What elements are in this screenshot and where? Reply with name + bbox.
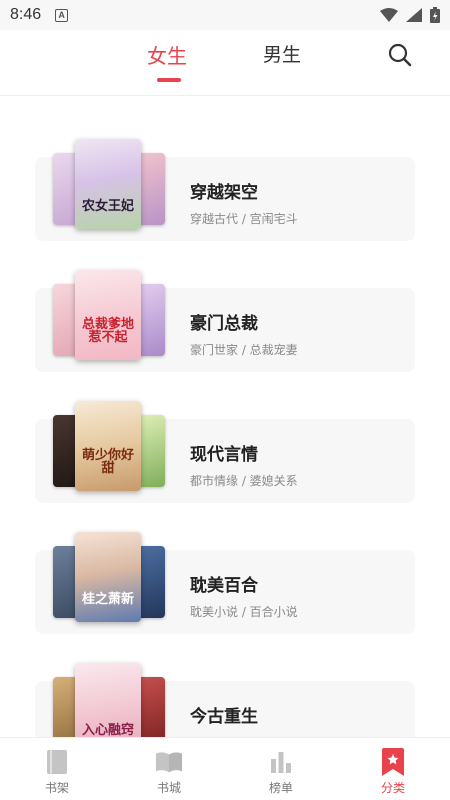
category-list: 农女王妃 穿越架空 穿越古代 / 宫闱宅斗 总裁爹地惹不起 豪门总裁 豪门世家 …	[0, 97, 450, 737]
nav-ranking[interactable]: 榜单	[241, 738, 321, 800]
nav-label: 分类	[380, 781, 405, 795]
category-card[interactable]: 总裁爹地惹不起 豪门总裁 豪门世家 / 总裁宠妻	[35, 270, 415, 372]
status-indicators	[380, 7, 440, 23]
cover-stack: 农女王妃	[53, 139, 165, 233]
notification-icon: A	[55, 8, 69, 22]
book-cover: 萌少你好甜	[75, 401, 141, 491]
category-card[interactable]: 萌少你好甜 现代言情 都市情缘 / 婆媳关系	[35, 401, 415, 503]
cover-stack: 桂之萧新	[53, 532, 165, 626]
book-cover: 入心融窍	[75, 663, 141, 737]
header: 女生 男生	[0, 30, 450, 96]
status-time: 8:46	[10, 6, 42, 23]
book-cover: 农女王妃	[75, 139, 141, 229]
cover-title: 萌少你好甜	[81, 448, 134, 476]
bookshelf-icon	[43, 748, 71, 776]
category-name: 豪门总裁	[190, 314, 258, 334]
category-name: 穿越架空	[190, 183, 258, 203]
active-tab-indicator	[157, 78, 181, 82]
nav-label: 书架	[44, 781, 69, 795]
nav-category[interactable]: 分类	[353, 738, 433, 800]
cover-stack: 入心融窍	[53, 663, 165, 737]
category-subtitle: 耽美小说 / 百合小说	[190, 605, 298, 619]
category-card[interactable]: 桂之萧新 耽美百合 耽美小说 / 百合小说	[35, 532, 415, 634]
status-bar: 8:46 A	[0, 0, 450, 30]
category-name: 现代言情	[190, 445, 258, 465]
battery-icon	[430, 7, 440, 23]
ranking-icon	[267, 748, 295, 776]
category-name: 今古重生	[190, 707, 258, 727]
book-cover: 桂之萧新	[75, 532, 141, 622]
category-icon	[379, 748, 407, 776]
cover-title: 农女王妃	[81, 199, 134, 214]
cover-stack: 总裁爹地惹不起	[53, 270, 165, 364]
category-card[interactable]: 入心融窍 今古重生	[35, 663, 415, 737]
cover-title: 入心融窍	[81, 723, 134, 737]
nav-bookshelf[interactable]: 书架	[17, 738, 97, 800]
signal-icon	[406, 8, 422, 22]
category-subtitle: 豪门世家 / 总裁宠妻	[190, 343, 298, 357]
cover-title: 总裁爹地惹不起	[81, 317, 134, 345]
nav-label: 榜单	[268, 781, 293, 795]
nav-label: 书城	[156, 781, 181, 795]
book-cover: 总裁爹地惹不起	[75, 270, 141, 360]
wifi-icon	[380, 8, 398, 22]
search-icon[interactable]	[387, 42, 413, 68]
category-card[interactable]: 农女王妃 穿越架空 穿越古代 / 宫闱宅斗	[35, 139, 415, 241]
category-subtitle: 穿越古代 / 宫闱宅斗	[190, 212, 298, 226]
nav-bookstore[interactable]: 书城	[129, 738, 209, 800]
cover-title: 桂之萧新	[81, 592, 134, 607]
bottom-nav: 书架 书城 榜单 分类	[0, 737, 450, 800]
category-subtitle: 都市情缘 / 婆媳关系	[190, 474, 298, 488]
cover-stack: 萌少你好甜	[53, 401, 165, 495]
book-store-icon	[155, 748, 183, 776]
category-name: 耽美百合	[190, 576, 258, 596]
tab-male[interactable]: 男生	[263, 40, 301, 67]
tab-female[interactable]: 女生	[147, 40, 187, 69]
